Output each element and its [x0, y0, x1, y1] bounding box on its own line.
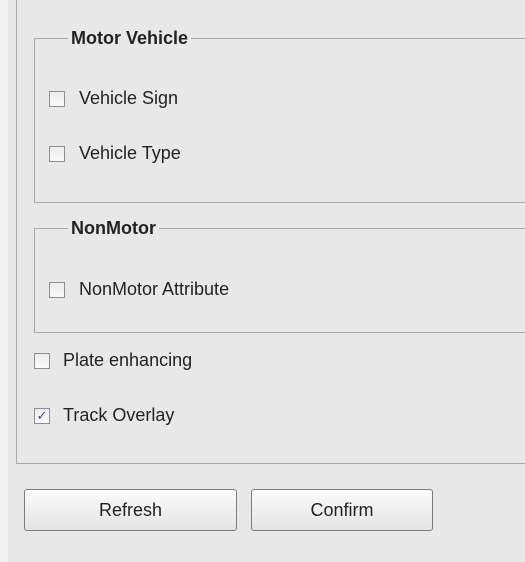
- nonmotor-legend: NonMotor: [68, 217, 159, 239]
- plate-enhancing-checkbox[interactable]: [34, 352, 50, 369]
- nonmotor-attribute-option[interactable]: NonMotor Attribute: [49, 279, 229, 300]
- track-overlay-checkbox[interactable]: ✓: [34, 407, 50, 424]
- vehicle-sign-label: Vehicle Sign: [79, 88, 179, 108]
- vehicle-type-checkbox[interactable]: [49, 145, 65, 162]
- plate-enhancing-label: Plate enhancing: [63, 350, 193, 370]
- confirm-button[interactable]: Confirm: [251, 489, 433, 531]
- plate-enhancing-option[interactable]: Plate enhancing: [34, 350, 192, 371]
- nonmotor-attribute-label: NonMotor Attribute: [79, 279, 230, 299]
- refresh-button[interactable]: Refresh: [24, 489, 237, 531]
- track-overlay-label: Track Overlay: [63, 405, 175, 425]
- vehicle-type-option[interactable]: Vehicle Type: [49, 143, 181, 164]
- motor-vehicle-legend: Motor Vehicle: [68, 27, 192, 49]
- vehicle-type-label: Vehicle Type: [79, 143, 181, 163]
- vehicle-sign-checkbox[interactable]: [49, 90, 65, 107]
- nonmotor-attribute-checkbox[interactable]: [49, 281, 65, 298]
- track-overlay-option[interactable]: ✓ Track Overlay: [34, 405, 174, 426]
- motor-vehicle-group: Motor Vehicle: [34, 27, 525, 203]
- vehicle-sign-option[interactable]: Vehicle Sign: [49, 88, 178, 109]
